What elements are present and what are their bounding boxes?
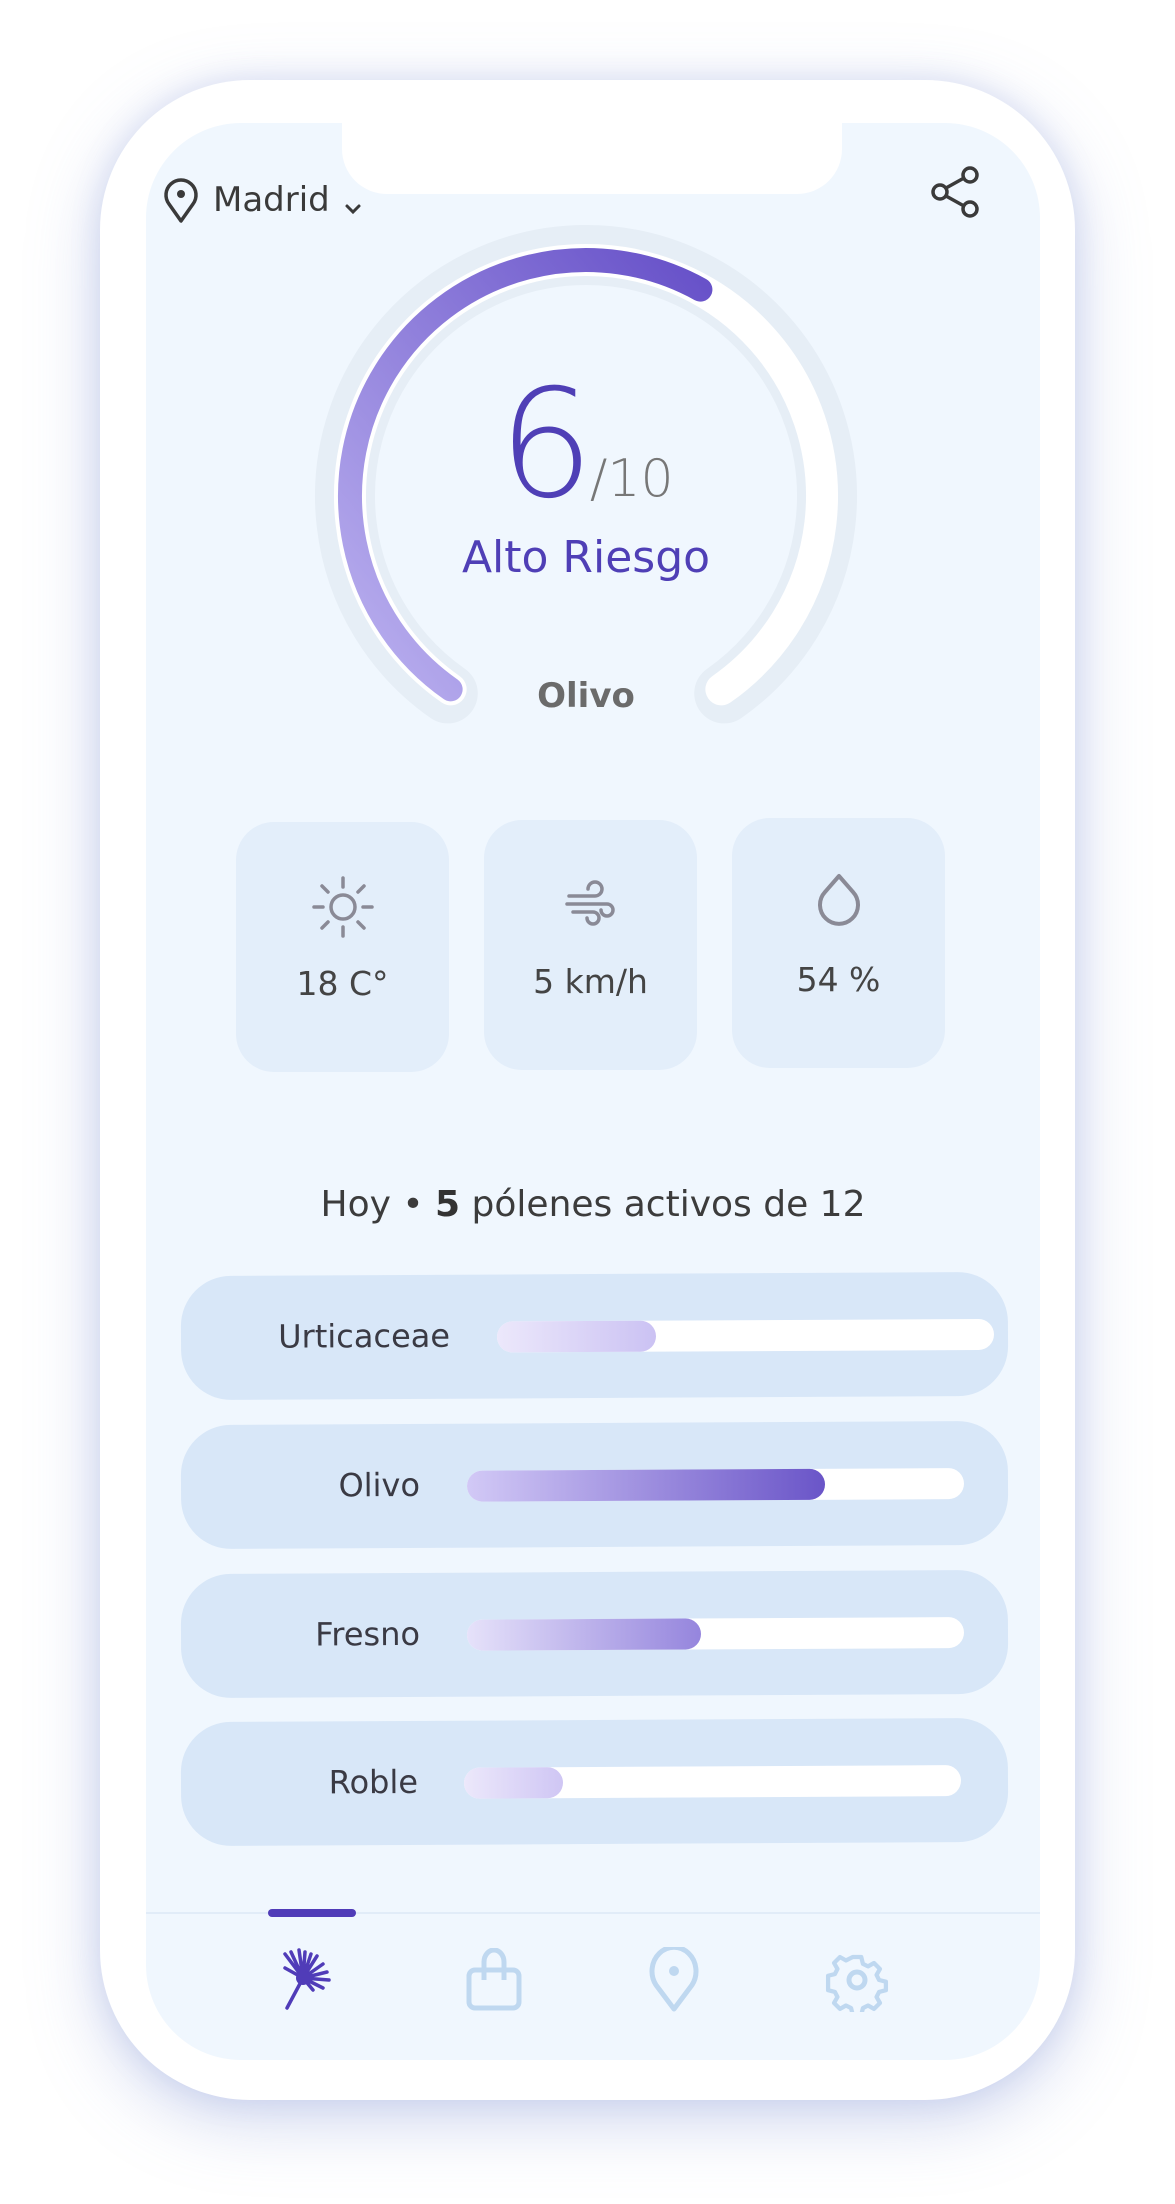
temperature-value: 18 C°: [296, 964, 389, 1003]
gear-icon: [825, 1954, 889, 2012]
share-icon[interactable]: [928, 165, 984, 219]
wind-icon: [564, 880, 615, 926]
pollen-name: Fresno: [315, 1614, 421, 1654]
map-pin-icon: [164, 178, 198, 223]
wind-value: 5 km/h: [533, 962, 648, 1001]
shopping-bag-icon: [466, 1948, 522, 2011]
pollen-level-track: [463, 1765, 962, 1799]
active-pollens-summary: Hoy • 5 pólenes activos de 12: [146, 1184, 1040, 1225]
pollen-level-fill: [496, 1320, 657, 1353]
active-tab-indicator: [268, 1909, 356, 1917]
score-value: 6: [498, 358, 593, 532]
nav-tab-settings[interactable]: [825, 1948, 889, 2012]
nav-tab-map[interactable]: [642, 1947, 706, 2012]
map-pin-icon: [649, 1947, 699, 2012]
summary-suffix: pólenes activos de 12: [471, 1184, 866, 1225]
pollen-row[interactable]: Urticaceae: [180, 1271, 1009, 1401]
nav-tab-pollen[interactable]: [279, 1948, 343, 2012]
weather-card-humidity: 54 %: [732, 818, 945, 1068]
pollen-level-fill: [466, 1468, 825, 1502]
summary-prefix: Hoy •: [320, 1184, 424, 1225]
pollen-level-fill: [466, 1618, 701, 1651]
sun-icon: [311, 876, 374, 938]
dominant-pollen: Olivo: [537, 676, 635, 716]
risk-score: 6/10: [386, 358, 786, 532]
dandelion-icon: [283, 1948, 331, 2010]
pollen-name: Urticaceae: [278, 1316, 451, 1356]
pollen-name: Olivo: [338, 1465, 421, 1505]
score-max: /10: [589, 449, 674, 509]
pollen-level-fill: [463, 1767, 564, 1799]
pollen-row[interactable]: Fresno: [180, 1569, 1009, 1699]
notch: [342, 110, 842, 194]
nav-tab-shop[interactable]: [462, 1948, 526, 2012]
drop-icon: [817, 874, 860, 926]
pollen-row[interactable]: Olivo: [180, 1420, 1009, 1550]
humidity-value: 54 %: [796, 960, 881, 999]
active-count: 5: [435, 1184, 461, 1225]
weather-card-temperature: 18 C°: [236, 822, 449, 1072]
pollen-level-track: [466, 1617, 965, 1651]
pollen-name: Roble: [328, 1762, 419, 1802]
pollen-row[interactable]: Roble: [180, 1717, 1009, 1847]
risk-label: Alto Riesgo: [461, 532, 711, 583]
pollen-level-track: [466, 1468, 965, 1502]
weather-card-wind: 5 km/h: [484, 820, 697, 1070]
pollen-level-track: [496, 1318, 995, 1353]
